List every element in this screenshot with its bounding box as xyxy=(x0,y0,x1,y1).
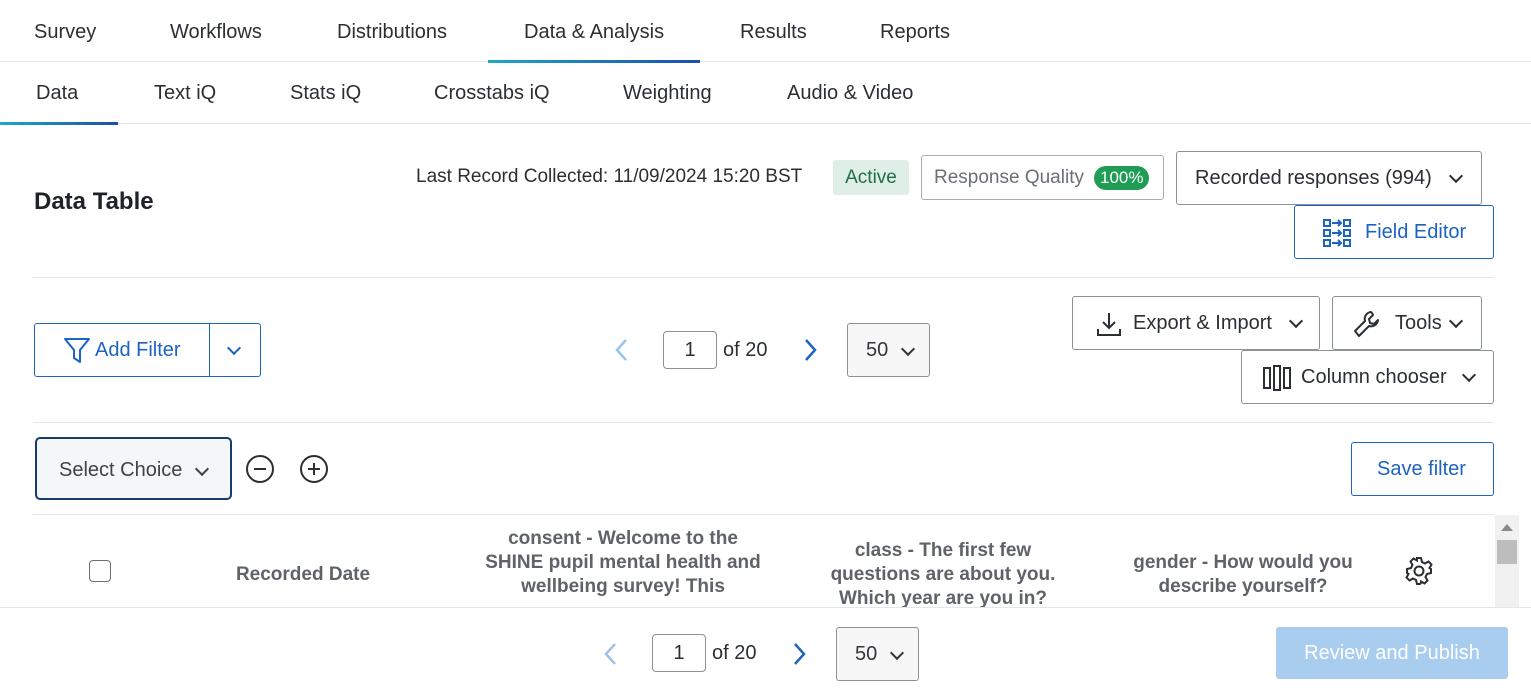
footer-page-number-input[interactable]: 1 xyxy=(652,634,706,672)
chevron-down-icon xyxy=(889,645,905,661)
response-quality-badge: 100% xyxy=(1094,166,1150,190)
footer-bar: 1 of 20 50 Review and Publish xyxy=(0,607,1531,691)
field-editor-icon xyxy=(1322,218,1352,254)
column-header-gender[interactable]: gender - How would you describe yourself… xyxy=(1113,551,1373,599)
page-count: of 20 xyxy=(723,339,768,361)
sub-navigation: Data Text iQ Stats iQ Crosstabs iQ Weigh… xyxy=(0,62,1531,125)
subtab-data[interactable]: Data xyxy=(0,62,119,125)
add-filter-label: Add Filter xyxy=(95,339,181,361)
add-filter-dropdown-button[interactable] xyxy=(209,323,261,377)
wrench-icon xyxy=(1352,309,1382,345)
recorded-responses-label: Recorded responses (994) xyxy=(1195,167,1432,189)
divider xyxy=(33,422,1494,423)
plus-icon xyxy=(308,463,320,475)
subtab-text-iq[interactable]: Text iQ xyxy=(154,62,216,124)
select-all-checkbox[interactable] xyxy=(89,560,111,582)
recorded-responses-dropdown[interactable]: Recorded responses (994) xyxy=(1176,151,1482,205)
status-badge: Active xyxy=(833,160,909,195)
tools-button[interactable]: Tools xyxy=(1332,296,1482,350)
chevron-down-icon xyxy=(1448,168,1464,184)
field-editor-button[interactable]: Field Editor xyxy=(1294,205,1494,259)
subtab-stats-iq[interactable]: Stats iQ xyxy=(290,62,361,124)
column-header-consent[interactable]: consent - Welcome to the SHINE pupil men… xyxy=(483,527,763,599)
footer-page-size-select[interactable]: 50 xyxy=(836,627,919,681)
table-scrollbar[interactable] xyxy=(1495,515,1519,607)
footer-page-size-value: 50 xyxy=(855,643,878,665)
add-condition-button[interactable] xyxy=(300,455,328,483)
response-quality-button[interactable]: Response Quality 100% xyxy=(921,155,1164,200)
scroll-up-arrow-icon[interactable] xyxy=(1501,524,1513,531)
download-icon xyxy=(1095,310,1123,344)
chevron-down-icon xyxy=(1448,313,1464,329)
add-filter-button[interactable]: Add Filter xyxy=(34,323,210,377)
page-size-value: 50 xyxy=(866,339,889,361)
chevron-down-icon xyxy=(226,340,242,356)
tools-label: Tools xyxy=(1395,312,1442,334)
chevron-down-icon xyxy=(194,461,210,477)
export-import-button[interactable]: Export & Import xyxy=(1072,296,1320,350)
columns-icon xyxy=(1262,363,1292,399)
chevron-down-icon xyxy=(1288,313,1304,329)
tab-reports[interactable]: Reports xyxy=(880,0,950,62)
review-and-publish-button[interactable]: Review and Publish xyxy=(1276,627,1508,679)
chevron-down-icon xyxy=(900,341,916,357)
page-title: Data Table xyxy=(34,188,154,215)
top-navigation: Survey Workflows Distributions Data & An… xyxy=(0,0,1531,63)
footer-previous-page-button[interactable] xyxy=(601,642,621,666)
divider xyxy=(33,277,1494,278)
save-filter-button[interactable]: Save filter xyxy=(1351,442,1494,496)
tab-distributions[interactable]: Distributions xyxy=(337,0,447,62)
tab-results[interactable]: Results xyxy=(740,0,807,62)
column-chooser-button[interactable]: Column chooser xyxy=(1241,350,1494,404)
filter-icon xyxy=(63,336,91,372)
column-header-class[interactable]: class - The first few questions are abou… xyxy=(808,539,1078,607)
tab-survey[interactable]: Survey xyxy=(34,0,96,62)
previous-page-button[interactable] xyxy=(612,338,632,362)
subtab-weighting[interactable]: Weighting xyxy=(623,62,712,124)
column-chooser-label: Column chooser xyxy=(1301,366,1447,388)
tab-data-analysis[interactable]: Data & Analysis xyxy=(487,0,701,63)
select-choice-dropdown[interactable]: Select Choice xyxy=(35,437,232,500)
gear-icon[interactable] xyxy=(1404,556,1434,591)
remove-condition-button[interactable] xyxy=(246,455,274,483)
minus-icon xyxy=(254,468,266,470)
save-filter-label: Save filter xyxy=(1377,458,1466,480)
subtab-crosstabs-iq[interactable]: Crosstabs iQ xyxy=(434,62,550,124)
scrollbar-thumb[interactable] xyxy=(1497,540,1517,564)
column-header-recorded-date[interactable]: Recorded Date xyxy=(213,563,393,587)
field-editor-label: Field Editor xyxy=(1365,221,1467,243)
tab-workflows[interactable]: Workflows xyxy=(170,0,262,62)
page-size-select[interactable]: 50 xyxy=(847,323,930,377)
select-choice-label: Select Choice xyxy=(59,459,183,481)
response-quality-label: Response Quality xyxy=(934,167,1084,188)
chevron-down-icon xyxy=(1461,367,1477,383)
last-record-collected: Last Record Collected: 11/09/2024 15:20 … xyxy=(416,166,803,187)
data-table-header: Recorded Date consent - Welcome to the S… xyxy=(33,515,1495,607)
subtab-audio-video[interactable]: Audio & Video xyxy=(787,62,913,124)
footer-next-page-button[interactable] xyxy=(789,642,809,666)
export-import-label: Export & Import xyxy=(1133,312,1272,334)
footer-page-count: of 20 xyxy=(712,642,757,664)
page-number-input[interactable]: 1 xyxy=(663,331,717,369)
next-page-button[interactable] xyxy=(800,338,820,362)
